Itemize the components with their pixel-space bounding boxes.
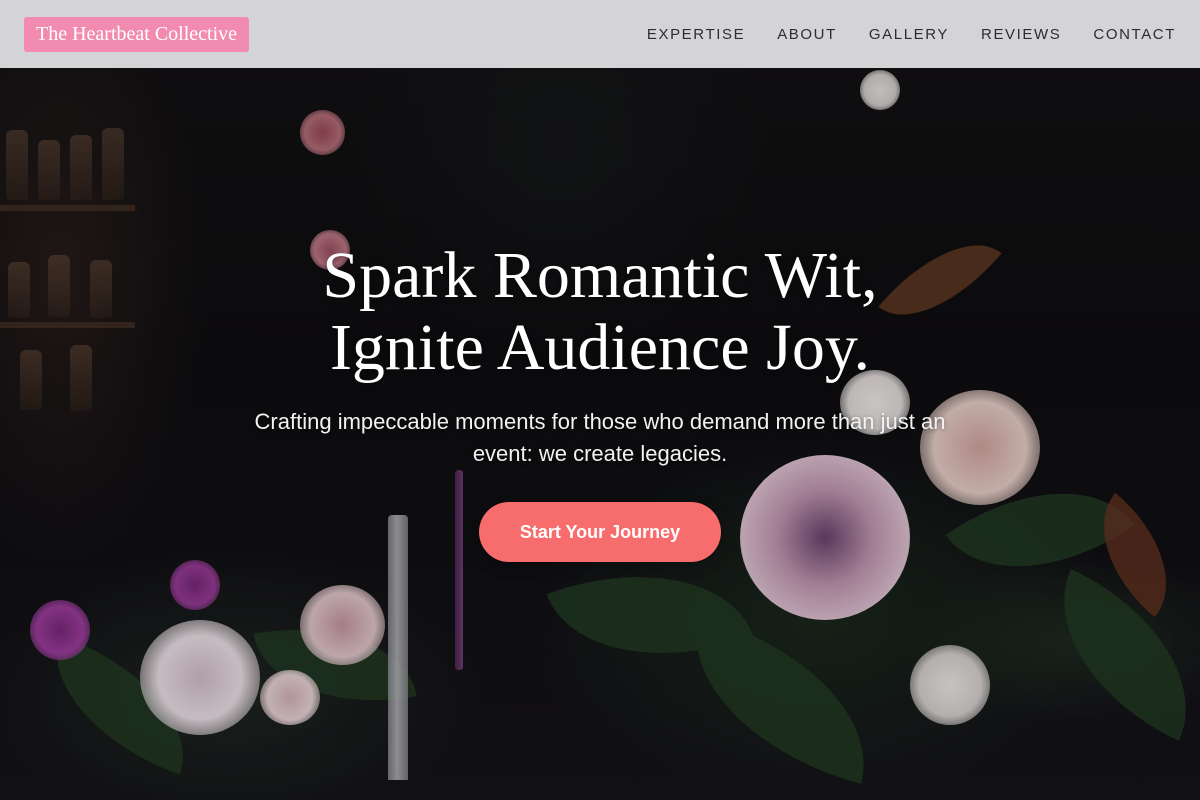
hero-headline: Spark Romantic Wit, Ignite Audience Joy.: [0, 240, 1200, 384]
nav-link-about[interactable]: ABOUT: [777, 26, 837, 43]
start-journey-button[interactable]: Start Your Journey: [478, 502, 722, 562]
hero-section: Spark Romantic Wit, Ignite Audience Joy.…: [0, 240, 1200, 562]
nav-link-expertise[interactable]: EXPERTISE: [647, 26, 745, 43]
nav-link-gallery[interactable]: GALLERY: [869, 26, 949, 43]
nav-link-contact[interactable]: CONTACT: [1093, 26, 1176, 43]
brand-logo[interactable]: The Heartbeat Collective: [24, 16, 250, 52]
main-nav: EXPERTISE ABOUT GALLERY REVIEWS CONTACT: [647, 26, 1176, 43]
hero-headline-line-1: Spark Romantic Wit,: [322, 239, 878, 312]
hero-subheadline: Crafting impeccable moments for those wh…: [254, 409, 946, 466]
top-navigation-bar: The Heartbeat Collective EXPERTISE ABOUT…: [0, 0, 1200, 68]
hero-headline-line-2: Ignite Audience Joy.: [329, 311, 871, 384]
nav-link-reviews[interactable]: REVIEWS: [981, 26, 1061, 43]
